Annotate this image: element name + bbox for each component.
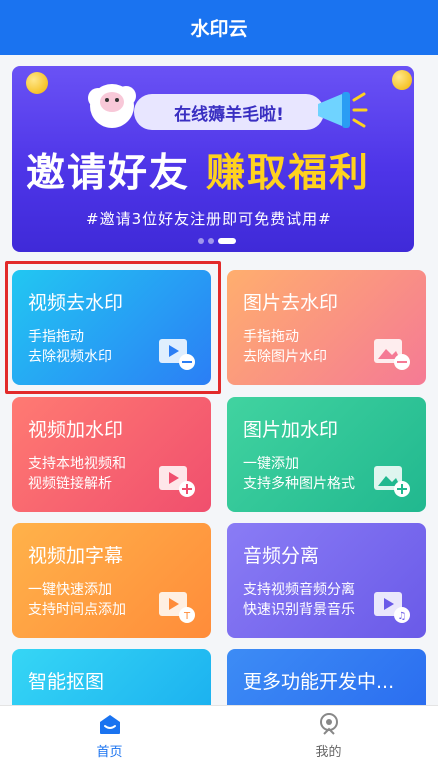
card-desc: 视频链接解析 — [28, 476, 112, 492]
card-desc: 去除图片水印 — [243, 349, 327, 365]
card-title: 更多功能开发中... — [243, 671, 395, 693]
card-smart-cutout[interactable]: 智能抠图 — [12, 649, 211, 705]
coin-icon — [26, 72, 48, 94]
card-more-features[interactable]: 更多功能开发中... — [227, 649, 426, 705]
banner-headline-white: 邀请好友 — [26, 151, 191, 196]
card-desc: 一键添加 — [243, 456, 299, 472]
card-video-subtitle[interactable]: 视频加字幕 一键快速添加 支持时间点添加 T — [12, 523, 211, 638]
banner-headline: 邀请好友 赚取福利 — [26, 142, 370, 198]
card-desc: 支持多种图片格式 — [243, 476, 355, 492]
card-audio-separate[interactable]: 音频分离 支持视频音频分离 快速识别背景音乐 ♫ — [227, 523, 426, 638]
tab-label: 我的 — [315, 745, 342, 760]
carousel-dot-active[interactable] — [218, 238, 236, 244]
card-title: 智能抠图 — [28, 671, 105, 693]
app-title: 水印云 — [190, 18, 248, 40]
card-image-add-watermark[interactable]: 图片加水印 一键添加 支持多种图片格式 — [227, 397, 426, 512]
banner-subtitle: #邀请3位好友注册即可免费试用# — [86, 210, 332, 228]
card-image-remove-watermark[interactable]: 图片去水印 手指拖动 去除图片水印 — [227, 270, 426, 385]
tab-profile[interactable]: 我的 — [219, 706, 438, 765]
selection-highlight-box — [5, 261, 221, 394]
tab-label: 首页 — [96, 745, 123, 760]
carousel-dots — [198, 238, 236, 244]
card-video-add-watermark[interactable]: 视频加水印 支持本地视频和 视频链接解析 — [12, 397, 211, 512]
image-add-icon — [374, 466, 410, 497]
card-desc: 快速识别背景音乐 — [243, 602, 355, 618]
bottom-tab-bar: 首页 我的 — [0, 705, 438, 765]
card-desc: 手指拖动 — [243, 329, 299, 345]
svg-text:♫: ♫ — [398, 611, 407, 622]
banner-headline-yellow: 赚取福利 — [206, 151, 371, 196]
megaphone-icon — [318, 92, 368, 128]
profile-icon — [319, 713, 338, 735]
tab-home[interactable]: 首页 — [0, 706, 219, 765]
app-title-bar: 水印云 — [0, 0, 438, 55]
image-remove-icon — [374, 339, 410, 370]
card-desc: 支持本地视频和 — [28, 456, 126, 472]
video-add-icon — [159, 466, 195, 497]
card-title: 图片去水印 — [243, 292, 339, 314]
card-desc: 支持视频音频分离 — [243, 582, 355, 598]
audio-separate-icon: ♫ — [374, 592, 410, 623]
coin-icon — [392, 70, 412, 90]
card-desc: 一键快速添加 — [28, 582, 112, 598]
card-title: 音频分离 — [243, 545, 320, 567]
svg-text:T: T — [183, 611, 191, 622]
carousel-dot[interactable] — [208, 238, 214, 244]
carousel-dot[interactable] — [198, 238, 204, 244]
card-title: 视频加字幕 — [28, 545, 124, 567]
card-title: 图片加水印 — [243, 419, 339, 441]
promo-banner[interactable]: 在线薅羊毛啦! 邀请好友 赚取福利 #邀请3位好友注册即可免费试用# — [12, 66, 414, 252]
home-icon — [99, 715, 120, 734]
banner-pill: 在线薅羊毛啦! — [134, 94, 324, 130]
card-desc: 支持时间点添加 — [28, 602, 126, 618]
card-title: 视频加水印 — [28, 419, 124, 441]
video-subtitle-icon: T — [159, 592, 195, 623]
